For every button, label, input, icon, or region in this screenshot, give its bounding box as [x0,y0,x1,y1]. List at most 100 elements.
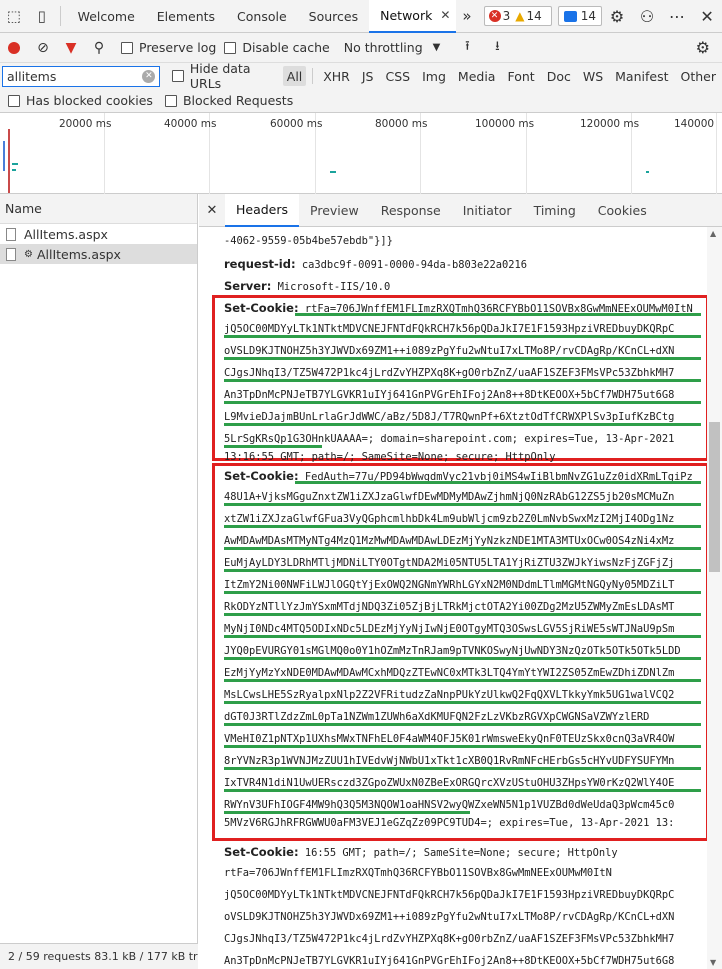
export-har-icon[interactable]: ⭳ [484,37,510,59]
throttling-value: No throttling [343,40,423,55]
messages-counter[interactable]: 14 [557,6,603,26]
name-column-header[interactable]: Name [0,194,197,224]
timeline-bar-blue [3,141,5,171]
header-value: EzMjYyMzYxNDE0MDAwMDAwMCxhMDQzZTEwNC0xMT… [224,667,675,679]
has-blocked-cookies-checkbox[interactable]: Has blocked cookies [8,93,153,108]
filter-icon[interactable]: ▼ [57,40,85,56]
detail-tabs: ✕ Headers Preview Response Initiator Tim… [199,193,722,227]
close-devtools-icon[interactable]: ✕ [692,7,722,26]
request-row-selected[interactable]: ⚙ AllItems.aspx [0,244,197,264]
tab-console[interactable]: Console [226,0,298,33]
settings-gear-icon[interactable]: ⚙ [602,7,632,26]
close-icon[interactable]: ✕ [440,8,450,22]
filter-type-img[interactable]: Img [418,66,450,86]
search-icon[interactable]: ⚲ [85,40,113,56]
tab-elements[interactable]: Elements [146,0,226,33]
filter-type-all[interactable]: All [282,66,307,86]
tab-headers[interactable]: Headers [225,193,300,227]
header-value: RkODYzNTllYzJmYSxmMTdjNDQ3Zi05ZjBjLTRkMj… [224,601,675,613]
tab-preview[interactable]: Preview [299,194,370,227]
underline-marker [224,635,701,638]
tab-response[interactable]: Response [370,194,452,227]
headers-content: -4062-9559-05b4be57ebdb"}]} request-id: … [199,227,707,969]
header-request-id: request-id: ca3dbc9f-0091-0000-94da-b803… [224,257,527,271]
underline-marker [224,657,701,660]
throttling-select[interactable]: No throttling ▼ [344,40,441,55]
header-value: 8rYVNzR3p1WVNJMzZUU1hIVEdvWjNWbU1xTkt1cX… [224,755,675,767]
network-summary: 2 / 59 requests 83.1 kB / 177 kB tra [0,943,198,969]
tab-welcome[interactable]: Welcome [67,0,146,33]
devtools-tab-bar: ⬚ ▯ Welcome Elements Console Sources Net… [0,0,722,33]
more-tabs-icon[interactable]: » [462,7,471,25]
network-settings-gear-icon[interactable]: ⚙ [696,38,710,57]
profile-icon[interactable]: ⚇ [632,7,662,26]
blocked-requests-label: Blocked Requests [182,93,294,108]
timeline-bar-teal [12,169,16,171]
import-har-icon[interactable]: ⭱ [454,37,480,59]
device-toolbar-icon[interactable]: ▯ [28,0,56,33]
record-button[interactable] [8,41,20,54]
tab-network[interactable]: Network ✕ [369,0,457,33]
underline-marker [224,789,701,792]
timeline-gridline: 20000 ms [59,113,111,194]
underline-marker [224,335,701,338]
service-worker-gear-icon: ⚙ [24,248,33,260]
header-name: Set-Cookie: [224,845,299,859]
filter-type-css[interactable]: CSS [382,66,415,86]
checkbox-box [164,94,177,107]
disable-cache-checkbox[interactable]: Disable cache [224,40,330,55]
header-value: jQ5OC00MDYyLTk1NTktMDVCNEJFNTdFQkRCH7k56… [224,323,675,335]
timeline-overview[interactable]: 20000 ms 40000 ms 60000 ms 80000 ms 1000… [0,113,722,194]
filter-type-xhr[interactable]: XHR [319,66,354,86]
header-value: oVSLD9KJTNOHZ5h3YJWVDx69ZM1++i089zPgYfu2… [224,911,675,923]
filter-type-ws[interactable]: WS [579,66,607,86]
header-value: VMeHI0Z1pNTXp1UXhsMWxTNFhEL0F4aWM4OFJ5K0… [224,733,675,745]
header-value: xtZW1iZXJzaGlwfGFua3VyQGphcmlhbDk4Lm9ubW… [224,513,675,525]
error-count: ✕ 3 [488,9,510,23]
timeline-gridline: 80000 ms [375,113,427,194]
timeline-tick-label: 140000 [674,118,715,130]
preserve-log-label: Preserve log [139,40,217,55]
tab-timing[interactable]: Timing [523,194,587,227]
header-value: oVSLD9KJTNOHZ5h3YJWVDx69ZM1++i089zPgYfu2… [224,345,675,357]
warning-count-value: 14 [526,9,542,23]
vertical-scrollbar[interactable]: ▲ ▼ [707,227,722,969]
scroll-down-arrow-icon[interactable]: ▼ [710,958,716,967]
timeline-gridline: 60000 ms [270,113,322,194]
close-detail-icon[interactable]: ✕ [199,203,225,218]
request-list: Name AllItems.aspx ⚙ AllItems.aspx 2 / 5… [0,194,198,969]
scroll-up-arrow-icon[interactable]: ▲ [710,229,716,238]
tab-cookies[interactable]: Cookies [587,194,658,227]
request-row[interactable]: AllItems.aspx [0,224,197,244]
header-server: Server: Microsoft-IIS/10.0 [224,279,390,293]
inspect-element-icon[interactable]: ⬚ [0,0,28,33]
preserve-log-checkbox[interactable]: Preserve log [121,40,216,55]
issues-counter[interactable]: ✕ 3 ▲ 14 [483,6,552,26]
filter-type-manifest[interactable]: Manifest [611,66,672,86]
filter-type-other[interactable]: Other [677,66,721,86]
header-value: ItZmY2Ni00NWFiLWJlOGQtYjExOWQ2NGNmYWRhLG… [224,579,675,591]
header-value: -4062-9559-05b4be57ebdb"}]} [224,235,393,247]
scrollbar-thumb[interactable] [709,422,720,572]
clear-filter-icon[interactable]: ✕ [142,69,156,83]
underline-marker [295,481,701,484]
header-value: An3TpDnMcPNJeTB7YLGVKR1uIYj641GnPVGrEhIF… [224,389,675,401]
timeline-gridline: 100000 ms [475,113,534,194]
hide-data-urls-checkbox[interactable]: Hide data URLs [172,61,280,91]
filter-type-js[interactable]: JS [358,66,378,86]
timeline-tick-label: 20000 ms [59,118,112,130]
timeline-bar-teal [330,171,336,173]
filter-type-font[interactable]: Font [503,66,538,86]
more-options-icon[interactable]: ⋯ [662,7,692,26]
header-value: CJgsJNhqI3/TZ5W472P1kc4jLrdZvYHZPXq8K+gO… [224,933,675,945]
tab-sources[interactable]: Sources [298,0,369,33]
filter-type-doc[interactable]: Doc [543,66,575,86]
clear-icon[interactable]: ⊘ [29,40,57,56]
tab-initiator[interactable]: Initiator [452,194,523,227]
set-cookie-rtfa-duplicate: Set-Cookie: 16:55 GMT; path=/; SameSite=… [224,845,618,859]
filter-input[interactable]: allitems ✕ [2,65,161,87]
underline-marker [224,525,701,528]
blocked-requests-checkbox[interactable]: Blocked Requests [164,93,294,108]
underline-marker [224,569,701,572]
filter-type-media[interactable]: Media [454,66,500,86]
